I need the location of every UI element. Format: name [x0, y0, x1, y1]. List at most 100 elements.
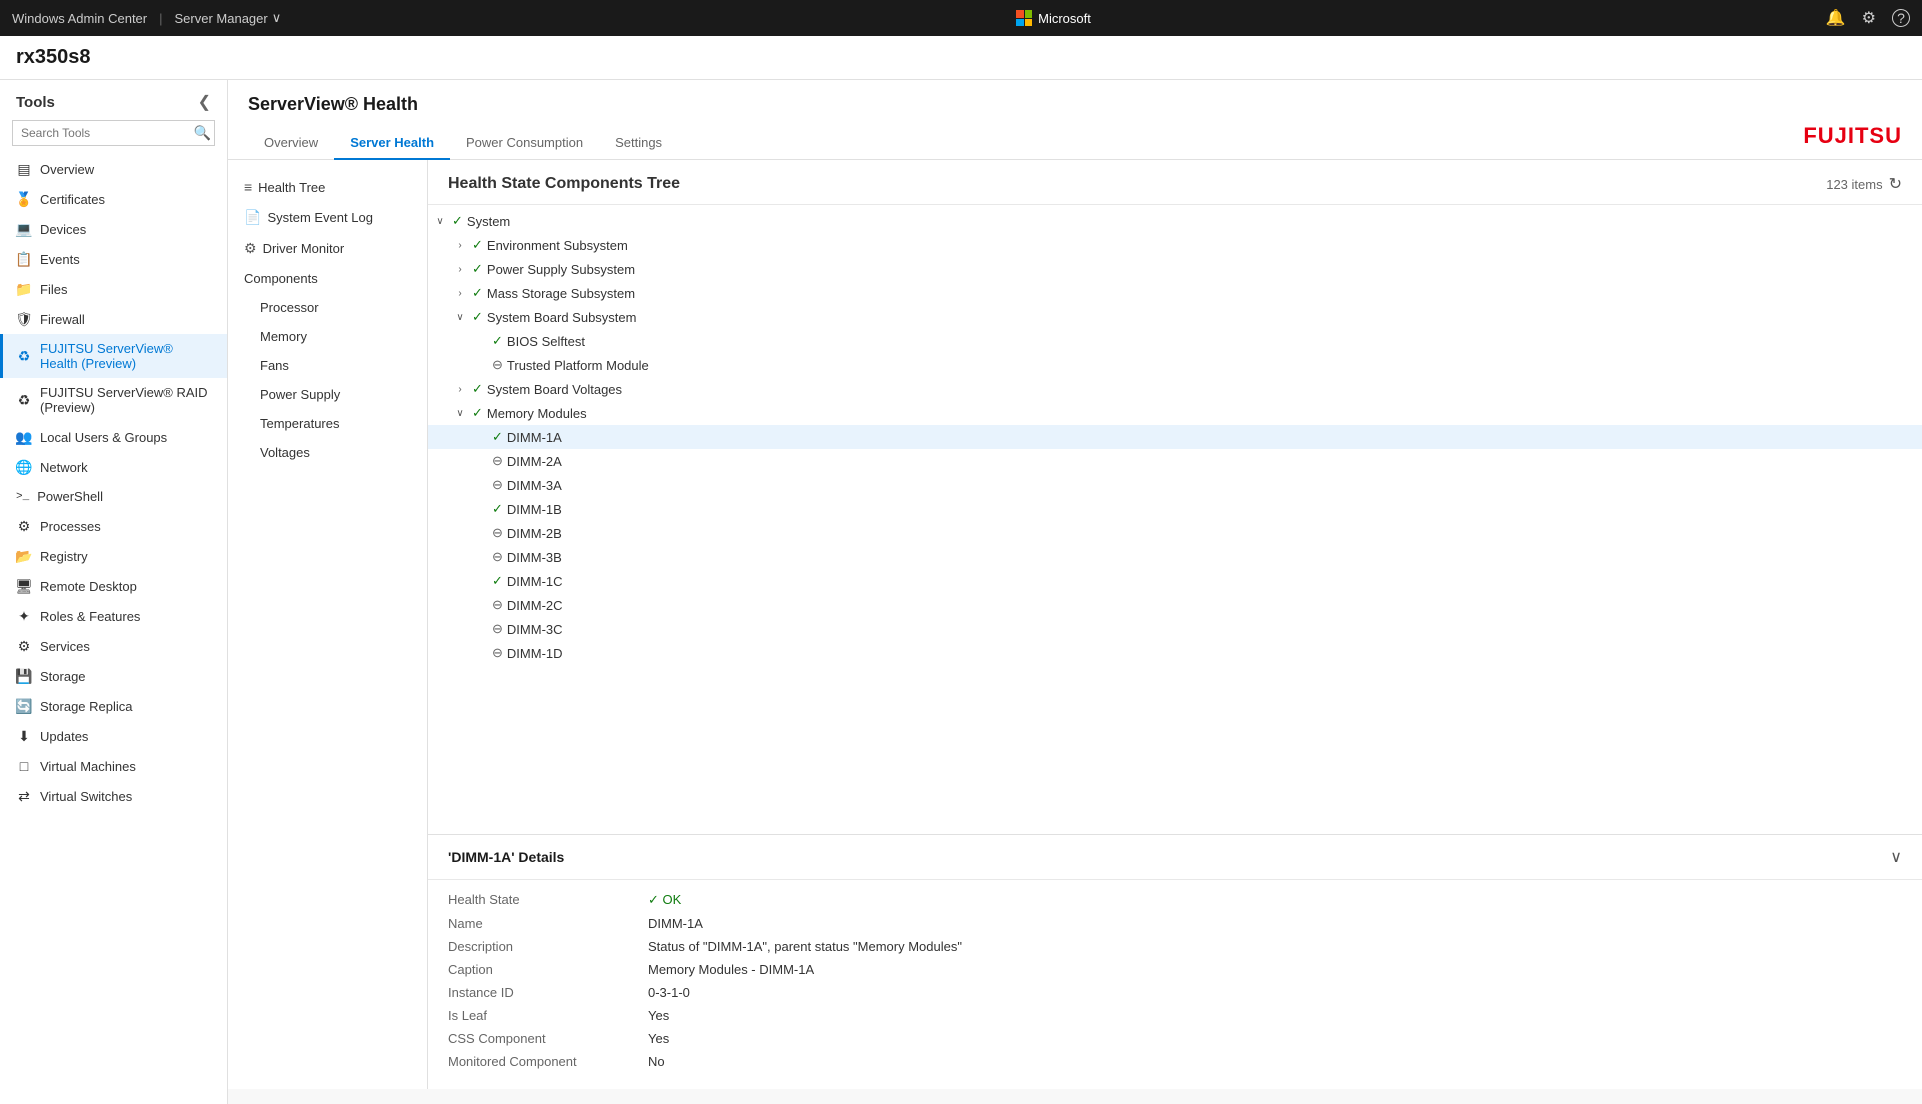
details-title: 'DIMM-1A' Details	[448, 849, 564, 865]
sidebar-item-network[interactable]: 🌐Network	[0, 452, 227, 482]
tree-item-dimm-1d[interactable]: ⊖ DIMM-1D	[428, 641, 1922, 665]
sidebar: Tools ❮ 🔍 ▤Overview🏅Certificates💻Devices…	[0, 80, 228, 1104]
expand-icon	[472, 597, 488, 613]
sidebar-item-certificates[interactable]: 🏅Certificates	[0, 184, 227, 214]
health-nav-processor[interactable]: Processor	[228, 293, 427, 322]
tree-item-label: DIMM-1D	[507, 646, 563, 661]
tree-item-mass-storage-sub[interactable]: › ✓ Mass Storage Subsystem	[428, 281, 1922, 305]
sidebar-nav: ▤Overview🏅Certificates💻Devices📋Events📁Fi…	[0, 154, 227, 1104]
sidebar-item-local-users[interactable]: 👥Local Users & Groups	[0, 422, 227, 452]
tree-item-system-board-voltages[interactable]: › ✓ System Board Voltages	[428, 377, 1922, 401]
tree-item-trusted-platform[interactable]: ⊖ Trusted Platform Module	[428, 353, 1922, 377]
tree-item-dimm-1a[interactable]: ✓ DIMM-1A	[428, 425, 1922, 449]
sidebar-item-firewall[interactable]: 🛡Firewall	[0, 304, 227, 334]
expand-icon[interactable]: ›	[452, 261, 468, 277]
health-nav-voltages[interactable]: Voltages	[228, 438, 427, 467]
devices-icon: 💻	[16, 221, 32, 237]
expand-icon[interactable]: ›	[452, 285, 468, 301]
sidebar-item-roles-features[interactable]: ✦Roles & Features	[0, 601, 227, 631]
tab-power-consumption[interactable]: Power Consumption	[450, 127, 599, 160]
sidebar-item-label: Virtual Machines	[40, 759, 136, 774]
expand-icon[interactable]: ∨	[432, 213, 448, 229]
details-row: Instance ID 0-3-1-0	[448, 981, 1902, 1004]
sidebar-item-fujitsu-health[interactable]: ♻FUJITSU ServerView® Health (Preview)	[0, 334, 227, 378]
expand-icon	[472, 453, 488, 469]
tree-item-dimm-2c[interactable]: ⊖ DIMM-2C	[428, 593, 1922, 617]
health-nav-temperatures[interactable]: Temperatures	[228, 409, 427, 438]
details-collapse-button[interactable]: ∨	[1890, 847, 1902, 867]
health-nav-driver-monitor[interactable]: ⚙Driver Monitor	[228, 233, 427, 264]
tree-item-env-subsystem[interactable]: › ✓ Environment Subsystem	[428, 233, 1922, 257]
health-nav-fans[interactable]: Fans	[228, 351, 427, 380]
tree-item-system[interactable]: ∨ ✓ System	[428, 209, 1922, 233]
tab-settings[interactable]: Settings	[599, 127, 678, 160]
tab-server-health[interactable]: Server Health	[334, 127, 450, 160]
details-field-label: Description	[448, 939, 648, 954]
help-icon[interactable]: ?	[1892, 9, 1910, 27]
status-dash-icon: ⊖	[492, 453, 503, 469]
services-icon: ⚙	[16, 638, 32, 654]
local-users-icon: 👥	[16, 429, 32, 445]
sidebar-item-fujitsu-raid[interactable]: ♻FUJITSU ServerView® RAID (Preview)	[0, 378, 227, 422]
topbar-left: Windows Admin Center | Server Manager ∨	[12, 10, 281, 26]
health-nav-system-event-log[interactable]: 📄System Event Log	[228, 202, 427, 233]
sidebar-item-remote-desktop[interactable]: 🖥Remote Desktop	[0, 571, 227, 601]
sidebar-item-powershell[interactable]: >_PowerShell	[0, 482, 227, 511]
expand-icon[interactable]: ∨	[452, 309, 468, 325]
sidebar-item-label: Processes	[40, 519, 101, 534]
health-nav-health-tree[interactable]: ≡Health Tree	[228, 172, 427, 202]
tree-item-label: DIMM-3A	[507, 478, 562, 493]
sidebar-collapse-button[interactable]: ❮	[198, 92, 211, 112]
sidebar-item-updates[interactable]: ⬇Updates	[0, 721, 227, 751]
sidebar-item-label: Overview	[40, 162, 94, 177]
sidebar-item-registry[interactable]: 📂Registry	[0, 541, 227, 571]
sidebar-item-services[interactable]: ⚙Services	[0, 631, 227, 661]
server-manager-btn[interactable]: Server Manager ∨	[175, 10, 282, 26]
tree-item-bios-selftest[interactable]: ✓ BIOS Selftest	[428, 329, 1922, 353]
sidebar-item-events[interactable]: 📋Events	[0, 244, 227, 274]
health-nav-components[interactable]: Components	[228, 264, 427, 293]
tree-item-system-board-sub[interactable]: ∨ ✓ System Board Subsystem	[428, 305, 1922, 329]
health-nav-memory[interactable]: Memory	[228, 322, 427, 351]
sidebar-item-label: Roles & Features	[40, 609, 140, 624]
gear-icon[interactable]: ⚙	[1862, 8, 1876, 28]
tree-item-dimm-2a[interactable]: ⊖ DIMM-2A	[428, 449, 1922, 473]
tab-overview[interactable]: Overview	[248, 127, 334, 160]
sidebar-item-label: Certificates	[40, 192, 105, 207]
app-name: Windows Admin Center	[12, 11, 147, 26]
health-nav-power-supply[interactable]: Power Supply	[228, 380, 427, 409]
main-layout: Tools ❮ 🔍 ▤Overview🏅Certificates💻Devices…	[0, 80, 1922, 1104]
sidebar-item-virtual-switches[interactable]: ⇄Virtual Switches	[0, 781, 227, 811]
bell-icon[interactable]: 🔔	[1826, 8, 1846, 28]
tree-item-label: Environment Subsystem	[487, 238, 628, 253]
expand-icon[interactable]: ›	[452, 237, 468, 253]
sidebar-item-processes[interactable]: ⚙Processes	[0, 511, 227, 541]
details-field-value: 0-3-1-0	[648, 985, 690, 1000]
refresh-button[interactable]: ↻	[1889, 174, 1902, 194]
sidebar-item-files[interactable]: 📁Files	[0, 274, 227, 304]
details-row: Name DIMM-1A	[448, 912, 1902, 935]
expand-icon[interactable]: ∨	[452, 405, 468, 421]
tree-item-dimm-2b[interactable]: ⊖ DIMM-2B	[428, 521, 1922, 545]
sidebar-item-devices[interactable]: 💻Devices	[0, 214, 227, 244]
tree-item-dimm-3b[interactable]: ⊖ DIMM-3B	[428, 545, 1922, 569]
search-input[interactable]	[12, 120, 215, 146]
search-icon[interactable]: 🔍	[194, 125, 211, 142]
sidebar-item-storage-replica[interactable]: 🔄Storage Replica	[0, 691, 227, 721]
tree-item-memory-modules[interactable]: ∨ ✓ Memory Modules	[428, 401, 1922, 425]
tree-item-dimm-1c[interactable]: ✓ DIMM-1C	[428, 569, 1922, 593]
tree-items: ∨ ✓ System › ✓ Environment Subsystem › ✓…	[428, 205, 1922, 669]
tree-item-dimm-1b[interactable]: ✓ DIMM-1B	[428, 497, 1922, 521]
sidebar-item-storage[interactable]: 💾Storage	[0, 661, 227, 691]
sidebar-item-label: PowerShell	[37, 489, 103, 504]
details-field-value: DIMM-1A	[648, 916, 703, 931]
sidebar-item-virtual-machines[interactable]: □Virtual Machines	[0, 751, 227, 781]
expand-icon[interactable]: ›	[452, 381, 468, 397]
tree-item-dimm-3a[interactable]: ⊖ DIMM-3A	[428, 473, 1922, 497]
storage-icon: 💾	[16, 668, 32, 684]
tree-item-power-supply-sub[interactable]: › ✓ Power Supply Subsystem	[428, 257, 1922, 281]
tree-item-dimm-3c[interactable]: ⊖ DIMM-3C	[428, 617, 1922, 641]
details-row: CSS Component Yes	[448, 1027, 1902, 1050]
sidebar-item-overview[interactable]: ▤Overview	[0, 154, 227, 184]
content-area: ServerView® Health OverviewServer Health…	[228, 80, 1922, 1104]
